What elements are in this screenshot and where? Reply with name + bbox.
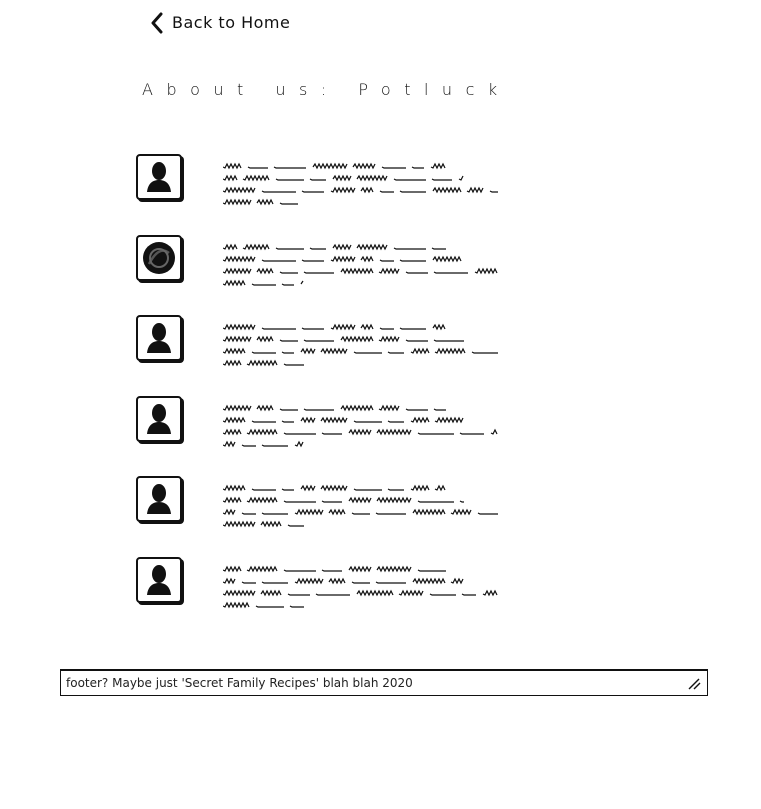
bio-scribble-line [223,438,499,450]
bio-scribble-line [223,345,499,357]
team-member-card [135,557,515,609]
member-bio-placeholder [223,402,499,450]
person-silhouette-icon [136,557,182,603]
bio-scribble-line [223,494,499,506]
bio-scribble-line [223,333,499,345]
member-bio-placeholder [223,321,499,369]
bio-scribble-line [223,196,499,208]
person-silhouette-icon [136,154,182,200]
team-member-card [135,315,515,367]
bio-scribble-line [223,518,499,530]
member-bio-placeholder [223,482,499,530]
bio-scribble-line [223,265,499,277]
bio-scribble-line [223,160,499,172]
bio-scribble-line [223,184,499,196]
bio-scribble-line [223,414,499,426]
bio-scribble-line [223,506,499,518]
bio-scribble-line [223,575,499,587]
bio-scribble-line [223,253,499,265]
avatar-placeholder-icon [136,235,182,281]
bio-scribble-line [223,482,499,494]
person-silhouette-icon [136,396,182,442]
team-member-card [135,235,515,287]
bio-scribble-line [223,599,499,611]
team-member-card [135,154,515,206]
team-member-card [135,396,515,448]
bio-scribble-line [223,402,499,414]
person-silhouette-icon [136,476,182,522]
bio-scribble-line [223,357,499,369]
resize-handle-icon[interactable] [687,676,701,690]
bio-scribble-line [223,563,499,575]
footer: footer? Maybe just 'Secret Family Recipe… [60,669,708,696]
bio-scribble-line [223,241,499,253]
bio-scribble-line [223,277,499,289]
member-bio-placeholder [223,563,499,611]
bio-scribble-line [223,426,499,438]
bio-scribble-line [223,172,499,184]
bio-scribble-line [223,587,499,599]
member-bio-placeholder [223,160,499,208]
member-list [0,0,761,640]
member-bio-placeholder [223,241,499,289]
footer-text: footer? Maybe just 'Secret Family Recipe… [66,676,413,690]
bio-scribble-line [223,321,499,333]
team-member-card [135,476,515,528]
person-silhouette-icon [136,315,182,361]
